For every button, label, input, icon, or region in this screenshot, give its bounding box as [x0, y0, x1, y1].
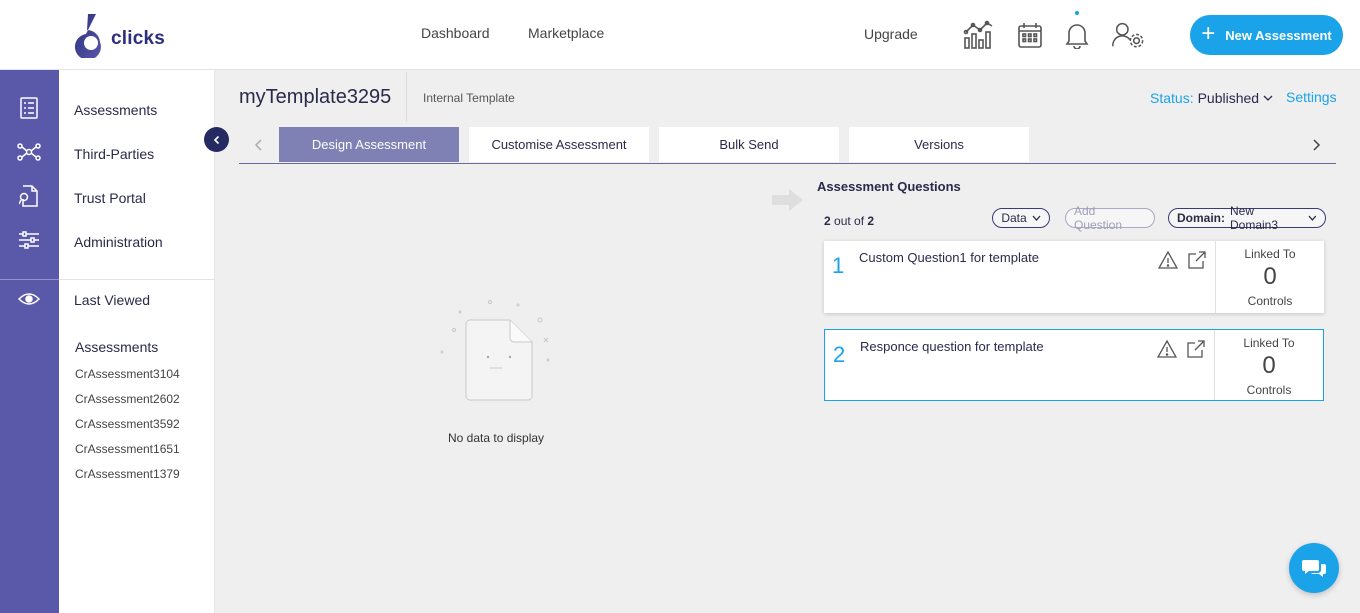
tab-bulk-send[interactable]: Bulk Send: [659, 127, 839, 162]
sidebar-divider: [59, 279, 215, 280]
new-assessment-button[interactable]: + New Assessment: [1190, 15, 1343, 55]
count-shown: 2: [824, 214, 831, 228]
upgrade-link[interactable]: Upgrade: [864, 26, 918, 42]
status-label: Status:: [1150, 90, 1194, 106]
rail-divider: [0, 279, 59, 280]
analytics-icon[interactable]: [962, 18, 996, 52]
sidebar-item-third-parties[interactable]: Third-Parties: [74, 146, 154, 162]
linked-count: 0: [1262, 352, 1276, 379]
open-external-icon[interactable]: [1186, 339, 1206, 359]
tab-design-assessment[interactable]: Design Assessment: [279, 127, 459, 162]
open-external-icon[interactable]: [1187, 250, 1207, 270]
chat-icon: [1302, 560, 1326, 577]
assessments-icon[interactable]: [17, 96, 41, 120]
linked-unit: Controls: [1246, 383, 1292, 397]
domain-key: Domain:: [1177, 211, 1225, 225]
question-text: Custom Question1 for template: [859, 250, 1039, 265]
nav-marketplace[interactable]: Marketplace: [528, 25, 604, 41]
question-number: 2: [833, 342, 846, 367]
count-total: 2: [867, 214, 875, 228]
third-parties-icon[interactable]: [17, 140, 41, 164]
eye-icon[interactable]: [17, 287, 41, 311]
bell-icon[interactable]: [1060, 18, 1094, 52]
linked-controls: Linked To 0 Controls: [1215, 241, 1324, 313]
status-dropdown[interactable]: Status: Published: [1150, 90, 1273, 106]
recent-group-label: Assessments: [75, 339, 159, 355]
linked-count: 0: [1263, 263, 1277, 290]
plus-icon: +: [1201, 20, 1216, 47]
empty-state-text: No data to display: [448, 431, 545, 445]
chevron-down-icon: [1308, 215, 1317, 221]
tab-bar: Design Assessment Customise Assessment B…: [239, 126, 1336, 164]
question-count: 2 out of 2: [824, 214, 874, 228]
chat-button[interactable]: [1289, 543, 1339, 593]
tab-prev-icon[interactable]: [250, 136, 268, 154]
linked-label: Linked To: [1243, 336, 1295, 350]
empty-document-icon: [438, 296, 554, 406]
add-question-button[interactable]: Add Question: [1065, 204, 1155, 232]
question-number: 1: [832, 253, 845, 278]
tab-versions[interactable]: Versions: [849, 127, 1029, 162]
icon-rail: [0, 70, 59, 613]
chevron-down-icon: [1263, 95, 1273, 101]
linked-controls: Linked To 0 Controls: [1214, 330, 1323, 400]
count-separator: out of: [834, 214, 865, 228]
template-type: Internal Template: [423, 91, 515, 105]
sidebar-item-trust-portal[interactable]: Trust Portal: [74, 190, 146, 206]
data-dropdown[interactable]: Data: [992, 208, 1050, 228]
tab-next-icon[interactable]: [1307, 136, 1325, 154]
page-title: myTemplate3295: [239, 86, 392, 108]
recent-item[interactable]: CrAssessment1379: [75, 467, 180, 481]
questions-title: Assessment Questions: [817, 179, 961, 194]
question-text: Responce question for template: [860, 339, 1044, 354]
question-card[interactable]: 1 Custom Question1 for template Linked T…: [824, 241, 1324, 313]
sidebar: Assessments Third-Parties Trust Portal A…: [59, 70, 215, 613]
recent-item[interactable]: CrAssessment3104: [75, 367, 180, 381]
logo-text: clicks: [111, 28, 166, 49]
sidebar-item-administration[interactable]: Administration: [74, 234, 163, 250]
sidebar-last-viewed: Last Viewed: [74, 292, 151, 308]
question-card[interactable]: 2 Responce question for template Linked …: [824, 329, 1324, 401]
new-assessment-label: New Assessment: [1225, 27, 1332, 43]
recent-item[interactable]: CrAssessment1651: [75, 442, 180, 456]
notification-dot: [1075, 11, 1079, 15]
status-value: Published: [1197, 90, 1260, 106]
calendar-icon[interactable]: [1013, 18, 1047, 52]
tab-customise-assessment[interactable]: Customise Assessment: [469, 127, 649, 162]
settings-link[interactable]: Settings: [1286, 89, 1337, 105]
add-question-label: Add Question: [1074, 204, 1123, 232]
nav-dashboard[interactable]: Dashboard: [421, 25, 490, 41]
domain-dropdown[interactable]: Domain: New Domain3: [1168, 204, 1326, 232]
warning-icon[interactable]: [1157, 250, 1179, 270]
administration-icon[interactable]: [17, 228, 41, 252]
collapse-sidebar-button[interactable]: [204, 127, 229, 152]
top-navbar: clicks Dashboard Marketplace Upgrade + N…: [0, 0, 1360, 70]
warning-icon[interactable]: [1156, 339, 1178, 359]
arrow-right-icon: [771, 187, 805, 213]
recent-item[interactable]: CrAssessment3592: [75, 417, 180, 431]
linked-label: Linked To: [1244, 247, 1296, 261]
title-divider: [406, 72, 407, 122]
linked-unit: Controls: [1247, 294, 1293, 308]
trust-portal-icon[interactable]: [17, 184, 41, 208]
recent-item[interactable]: CrAssessment2602: [75, 392, 180, 406]
domain-value: New Domain3: [1230, 204, 1279, 232]
user-settings-icon[interactable]: [1111, 18, 1145, 52]
chevron-down-icon: [1032, 215, 1041, 221]
sidebar-item-assessments[interactable]: Assessments: [74, 102, 157, 118]
data-dropdown-label: Data: [1001, 211, 1027, 225]
